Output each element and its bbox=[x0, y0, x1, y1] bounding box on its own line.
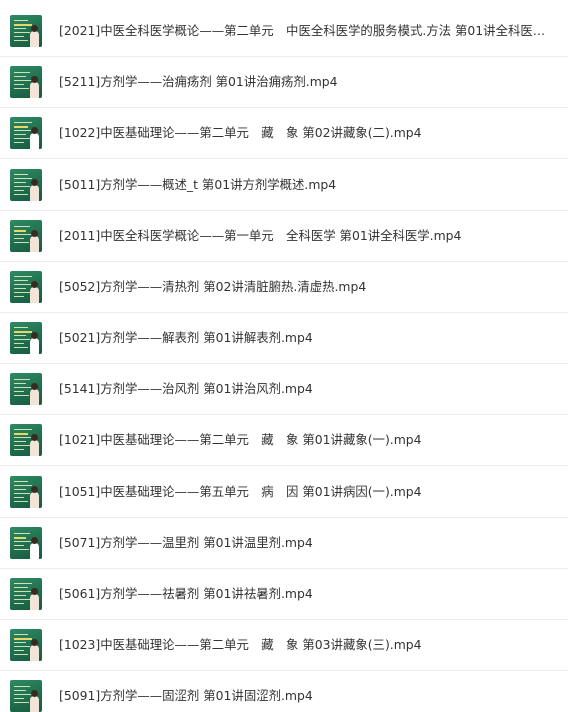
list-item[interactable]: [1051]中医基础理论——第五单元 病 因 第01讲病因(一).mp4 bbox=[0, 467, 568, 518]
list-item[interactable]: [5061]方剂学——祛暑剂 第01讲祛暑剂.mp4 bbox=[0, 569, 568, 620]
file-name[interactable]: [5091]方剂学——固涩剂 第01讲固涩剂.mp4 bbox=[59, 671, 549, 712]
list-item[interactable]: [5011]方剂学——概述_t 第01讲方剂学概述.mp4 bbox=[0, 160, 568, 211]
video-file-list: [2021]中医全科医学概论——第二单元 中医全科医学的服务模式.方法 第01讲… bbox=[0, 0, 568, 712]
lecturer-figure bbox=[30, 281, 39, 303]
lecturer-figure bbox=[30, 383, 39, 405]
file-name[interactable]: [5011]方剂学——概述_t 第01讲方剂学概述.mp4 bbox=[59, 160, 549, 210]
file-name[interactable]: [1051]中医基础理论——第五单元 病 因 第01讲病因(一).mp4 bbox=[59, 467, 549, 517]
list-item[interactable]: [1023]中医基础理论——第二单元 藏 象 第03讲藏象(三).mp4 bbox=[0, 620, 568, 671]
file-name[interactable]: [5021]方剂学——解表剂 第01讲解表剂.mp4 bbox=[59, 313, 549, 363]
list-item[interactable]: [5091]方剂学——固涩剂 第01讲固涩剂.mp4 bbox=[0, 671, 568, 712]
video-thumbnail-icon[interactable] bbox=[10, 680, 42, 712]
lecturer-figure bbox=[30, 639, 39, 661]
lecturer-figure bbox=[30, 434, 39, 456]
lecturer-figure bbox=[30, 537, 39, 559]
list-item[interactable]: [2011]中医全科医学概论——第一单元 全科医学 第01讲全科医学.mp4 bbox=[0, 211, 568, 262]
video-thumbnail-icon[interactable] bbox=[10, 373, 42, 405]
file-name[interactable]: [1023]中医基础理论——第二单元 藏 象 第03讲藏象(三).mp4 bbox=[59, 620, 549, 670]
list-item[interactable]: [2021]中医全科医学概论——第二单元 中医全科医学的服务模式.方法 第01讲… bbox=[0, 6, 568, 57]
video-thumbnail-icon[interactable] bbox=[10, 424, 42, 456]
lecturer-figure bbox=[30, 486, 39, 508]
file-name[interactable]: [2021]中医全科医学概论——第二单元 中医全科医学的服务模式.方法 第01讲… bbox=[59, 6, 549, 56]
lecturer-figure bbox=[30, 230, 39, 252]
file-name[interactable]: [5141]方剂学——治风剂 第01讲治风剂.mp4 bbox=[59, 364, 549, 414]
file-name[interactable]: [5071]方剂学——温里剂 第01讲温里剂.mp4 bbox=[59, 518, 549, 568]
video-thumbnail-icon[interactable] bbox=[10, 220, 42, 252]
list-item[interactable]: [5141]方剂学——治风剂 第01讲治风剂.mp4 bbox=[0, 364, 568, 415]
list-item[interactable]: [5021]方剂学——解表剂 第01讲解表剂.mp4 bbox=[0, 313, 568, 364]
video-thumbnail-icon[interactable] bbox=[10, 476, 42, 508]
video-thumbnail-icon[interactable] bbox=[10, 15, 42, 47]
lecturer-figure bbox=[30, 76, 39, 98]
video-thumbnail-icon[interactable] bbox=[10, 322, 42, 354]
list-item[interactable]: [5052]方剂学——清热剂 第02讲清脏腑热.清虚热.mp4 bbox=[0, 262, 568, 313]
lecturer-figure bbox=[30, 690, 39, 712]
list-item[interactable]: [1021]中医基础理论——第二单元 藏 象 第01讲藏象(一).mp4 bbox=[0, 415, 568, 466]
video-thumbnail-icon[interactable] bbox=[10, 527, 42, 559]
list-item[interactable]: [1022]中医基础理论——第二单元 藏 象 第02讲藏象(二).mp4 bbox=[0, 108, 568, 159]
list-item[interactable]: [5071]方剂学——温里剂 第01讲温里剂.mp4 bbox=[0, 518, 568, 569]
video-thumbnail-icon[interactable] bbox=[10, 117, 42, 149]
lecturer-figure bbox=[30, 588, 39, 610]
file-name[interactable]: [1022]中医基础理论——第二单元 藏 象 第02讲藏象(二).mp4 bbox=[59, 108, 549, 158]
lecturer-figure bbox=[30, 127, 39, 149]
file-name[interactable]: [5061]方剂学——祛暑剂 第01讲祛暑剂.mp4 bbox=[59, 569, 549, 619]
lecturer-figure bbox=[30, 332, 39, 354]
file-name[interactable]: [5211]方剂学——治痈疡剂 第01讲治痈疡剂.mp4 bbox=[59, 57, 549, 107]
video-thumbnail-icon[interactable] bbox=[10, 629, 42, 661]
video-thumbnail-icon[interactable] bbox=[10, 66, 42, 98]
list-item[interactable]: [5211]方剂学——治痈疡剂 第01讲治痈疡剂.mp4 bbox=[0, 57, 568, 108]
video-thumbnail-icon[interactable] bbox=[10, 578, 42, 610]
file-name[interactable]: [5052]方剂学——清热剂 第02讲清脏腑热.清虚热.mp4 bbox=[59, 262, 549, 312]
lecturer-figure bbox=[30, 25, 39, 47]
file-name[interactable]: [1021]中医基础理论——第二单元 藏 象 第01讲藏象(一).mp4 bbox=[59, 415, 549, 465]
lecturer-figure bbox=[30, 179, 39, 201]
video-thumbnail-icon[interactable] bbox=[10, 169, 42, 201]
video-thumbnail-icon[interactable] bbox=[10, 271, 42, 303]
file-name[interactable]: [2011]中医全科医学概论——第一单元 全科医学 第01讲全科医学.mp4 bbox=[59, 211, 549, 261]
